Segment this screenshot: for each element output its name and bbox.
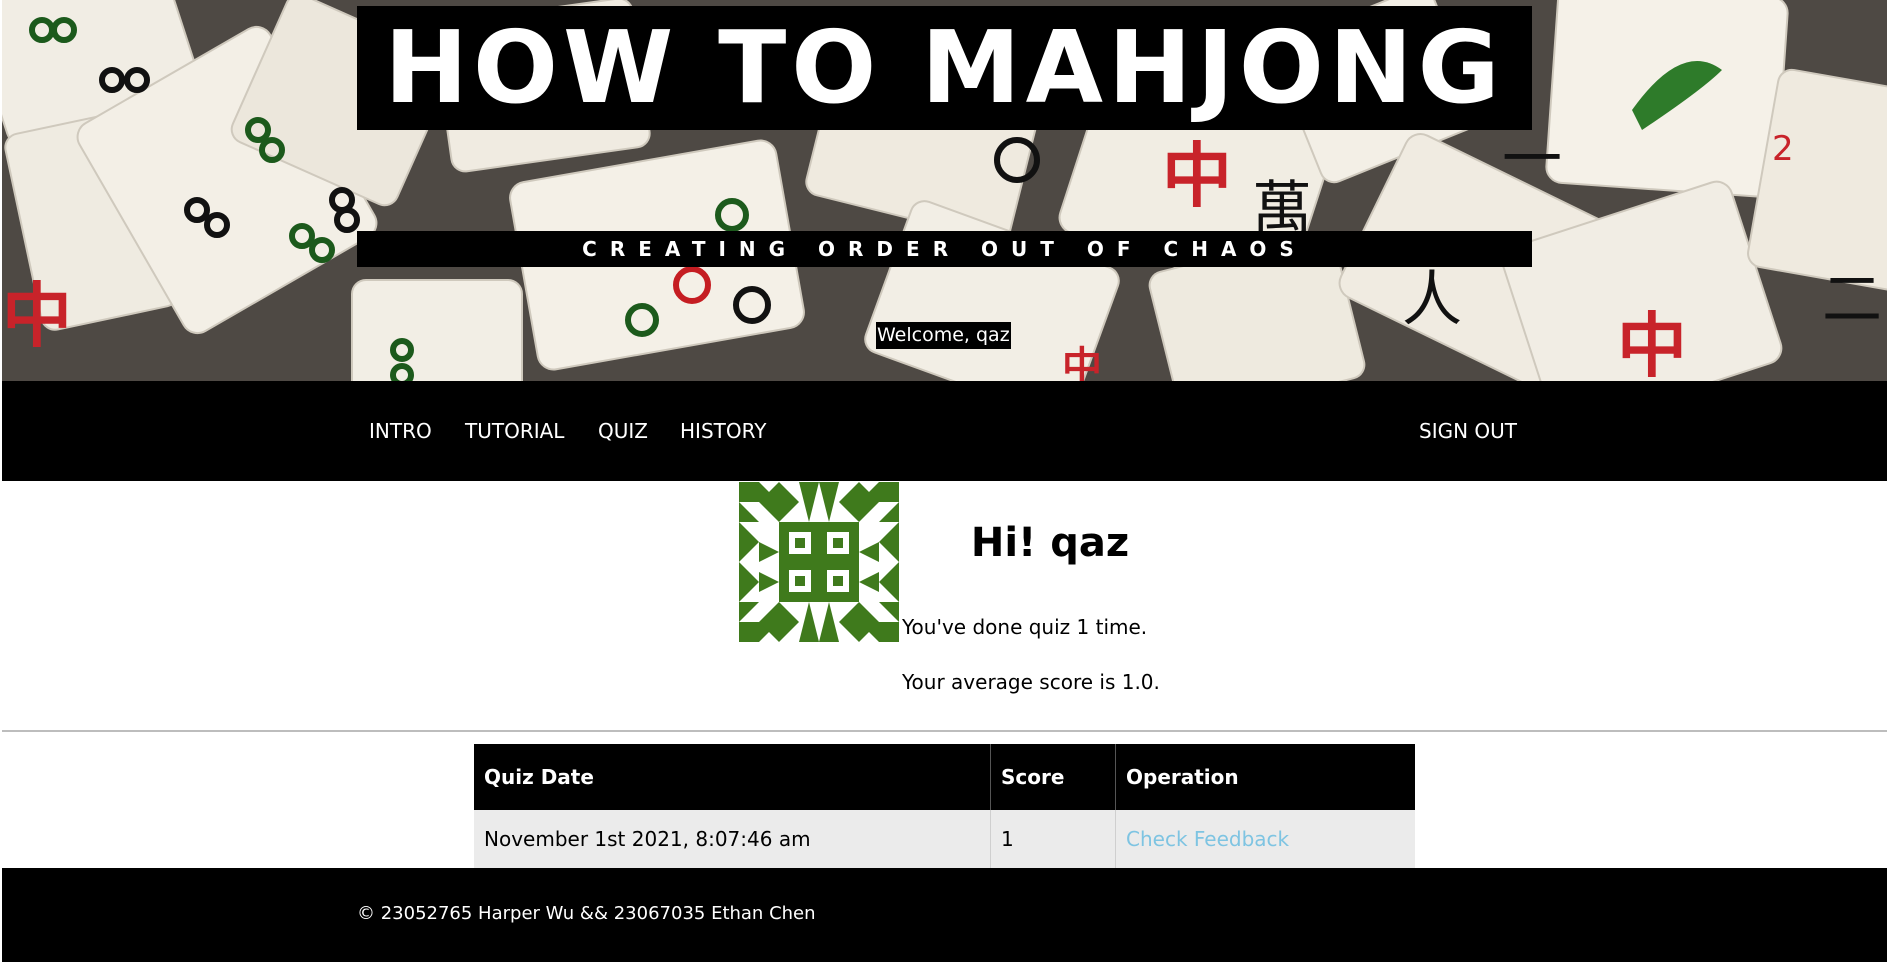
nav-item-tutorial[interactable]: TUTORIAL (465, 419, 564, 443)
svg-text:人: 人 (1402, 265, 1462, 335)
column-header-quiz-date: Quiz Date (474, 744, 991, 810)
svg-text:一: 一 (1502, 125, 1562, 195)
quiz-history-table: Quiz Date Score Operation November 1st 2… (474, 744, 1415, 868)
avatar (739, 482, 899, 642)
svg-text:中: 中 (1617, 304, 1687, 381)
score-cell: 1 (990, 810, 1116, 868)
quiz-count-text: You've done quiz 1 time. (902, 615, 1148, 639)
site-title: HOW TO MAHJONG (357, 6, 1532, 130)
section-divider (2, 730, 1887, 732)
check-feedback-link[interactable]: Check Feedback (1126, 827, 1289, 851)
svg-text:2: 2 (1772, 129, 1794, 169)
site-tagline: CREATING ORDER OUT OF CHAOS (357, 231, 1532, 267)
nav-item-quiz[interactable]: QUIZ (598, 419, 648, 443)
svg-text:二: 二 (1822, 265, 1882, 335)
svg-text:中: 中 (1062, 343, 1102, 381)
welcome-message: Welcome, qaz (876, 322, 1011, 349)
footer: © 23052765 Harper Wu && 23067035 Ethan C… (2, 868, 1887, 962)
table-header-row: Quiz Date Score Operation (474, 744, 1415, 810)
svg-text:中: 中 (1162, 134, 1232, 217)
nav-item-history[interactable]: HISTORY (680, 419, 766, 443)
table-row: November 1st 2021, 8:07:46 am 1 Check Fe… (474, 810, 1415, 868)
average-score-text: Your average score is 1.0. (902, 670, 1160, 694)
footer-credits: © 23052765 Harper Wu && 23067035 Ethan C… (357, 903, 816, 924)
column-header-operation: Operation (1115, 744, 1415, 810)
main-nav: INTRO TUTORIAL QUIZ HISTORY SIGN OUT (2, 381, 1887, 481)
quiz-date-cell: November 1st 2021, 8:07:46 am (474, 810, 991, 868)
greeting-heading: Hi! qaz (970, 520, 1130, 566)
column-header-score: Score (990, 744, 1116, 810)
svg-text:中: 中 (2, 274, 72, 357)
hero-banner: 中 中 中 中 萬 人 二 一 2 HOW TO MAHJONG CREATIN… (2, 0, 1887, 381)
sign-out-link[interactable]: SIGN OUT (1419, 419, 1517, 443)
operation-cell: Check Feedback (1115, 810, 1415, 868)
nav-item-intro[interactable]: INTRO (369, 419, 432, 443)
